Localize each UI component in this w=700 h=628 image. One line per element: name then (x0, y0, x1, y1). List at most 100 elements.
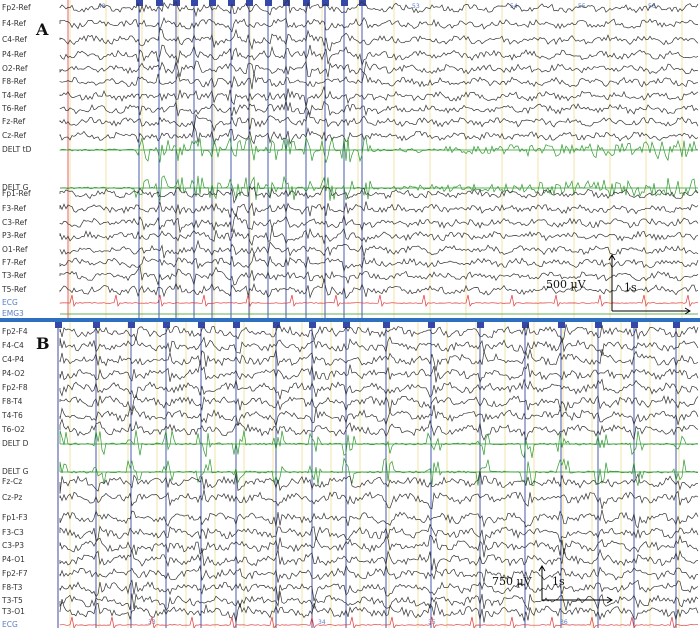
event-marker-tag (93, 322, 100, 328)
channel-trace (59, 378, 699, 400)
channel-label: Fp1-Ref (2, 189, 31, 198)
channel-trace (59, 579, 699, 602)
channel-label: Fp2-F7 (2, 569, 28, 578)
channel-trace (59, 279, 699, 300)
channel-label: ECG (2, 298, 18, 307)
channel-label: P3-Ref (2, 231, 27, 240)
channel-label: F8-T3 (2, 583, 23, 592)
channel-trace (59, 599, 699, 623)
channel-trace (59, 324, 699, 343)
channel-label: T6-Ref (2, 104, 27, 113)
channel-label: T6-O2 (2, 425, 25, 434)
channel-label: T4-T6 (2, 411, 23, 420)
event-marker-tag (428, 322, 435, 328)
channel-label: T4-Ref (2, 91, 27, 100)
panel-a-channel-labels: Fp2-Ref F4-Ref C4-Ref P4-Ref O2-Ref F8-Ref T4-… (0, 0, 58, 318)
channel-label: O2-Ref (2, 64, 28, 73)
channel-label: F3-Ref (2, 204, 26, 213)
channel-label: Fz-Cz (2, 477, 23, 486)
channel-label: Cz-Pz (2, 493, 23, 502)
channel-trace (59, 71, 699, 90)
channel-label: F7-Ref (2, 258, 26, 267)
channel-trace (59, 227, 699, 247)
event-marker-tag (191, 0, 198, 6)
channel-label: T3-Ref (2, 271, 27, 280)
panel-a: 48 53 54 55 56 Fp2-Ref F4-Ref C4-Ref P4-Ref O2-R… (0, 0, 700, 318)
channel-label: T3-T5 (2, 596, 23, 605)
channel-trace (59, 212, 699, 234)
panel-a-letter: A (36, 20, 49, 39)
panel-b-time-scale: 1s (552, 575, 565, 588)
panel-a-amplitude-scale: 500 µV (546, 278, 586, 291)
channel-trace (59, 16, 699, 33)
panel-b: 33 34 35 36 Fp2-F4 F4-C4 C4-P4 P4-O2 Fp2-F8 F8-T… (0, 322, 700, 628)
panel-b-channel-labels: Fp2-F4 F4-C4 C4-P4 P4-O2 Fp2-F8 F8-T4 T4-T6 T6-… (0, 322, 58, 628)
channel-label: DELT G (2, 467, 29, 476)
channel-trace (59, 44, 699, 67)
channel-trace (59, 100, 699, 117)
channel-trace (59, 404, 699, 427)
event-marker-tag (673, 322, 680, 328)
channel-label: P4-O2 (2, 369, 25, 378)
channel-label: O1-Ref (2, 245, 28, 254)
channel-label: C3-P3 (2, 541, 25, 550)
channel-label: DELT tD (2, 145, 32, 154)
channel-label: P4-O1 (2, 555, 25, 564)
time-mark-label: 56 (648, 3, 656, 10)
event-marker-tag (128, 322, 135, 328)
channel-trace (59, 124, 699, 146)
channel-trace (59, 28, 699, 52)
channel-trace (59, 509, 699, 529)
event-marker-tag (631, 322, 638, 328)
event-marker-tag (156, 0, 163, 6)
channel-trace (59, 294, 698, 307)
channel-label: F8-Ref (2, 77, 26, 86)
channel-trace (59, 86, 699, 108)
channel-trace (59, 591, 699, 612)
channel-label: Fp2-Ref (2, 3, 31, 12)
channel-label: C3-Ref (2, 218, 27, 227)
channel-trace (60, 175, 699, 202)
channel-label: F3-C3 (2, 528, 24, 537)
channel-trace (59, 616, 698, 628)
event-marker-tag (273, 322, 280, 328)
event-marker-tag (595, 322, 602, 328)
panel-a-time-scale: 1s (624, 281, 637, 294)
event-marker-tag (383, 322, 390, 328)
channel-label: Fp2-F8 (2, 383, 28, 392)
panel-b-amplitude-scale: 750 µV (492, 575, 532, 588)
channel-trace (59, 253, 699, 273)
channel-trace (59, 418, 699, 442)
event-marker-tag (341, 0, 348, 6)
channel-trace (59, 60, 699, 78)
panel-b-traces: 33 34 35 36 (55, 322, 699, 628)
channel-label: F8-T4 (2, 397, 23, 406)
channel-trace (59, 200, 699, 218)
panel-b-letter: B (36, 334, 50, 353)
channel-trace (59, 523, 699, 546)
channel-trace (59, 110, 699, 132)
channel-label: EMG3 (2, 309, 24, 318)
channel-label: P4-Ref (2, 50, 27, 59)
channel-trace (59, 0, 699, 18)
channel-label: T3-O1 (2, 607, 25, 616)
channel-label: ECG (2, 620, 18, 628)
channel-label: C4-P4 (2, 355, 25, 364)
event-marker-tag (343, 322, 350, 328)
event-marker-tag (163, 322, 170, 328)
channel-trace (59, 239, 699, 259)
channel-label: Cz-Ref (2, 131, 27, 140)
event-marker-tag (322, 0, 329, 6)
channel-trace (59, 394, 699, 413)
channel-trace (59, 264, 699, 286)
event-marker-tag (233, 322, 240, 328)
channel-label: T5-Ref (2, 285, 27, 294)
event-marker-tag (309, 322, 316, 328)
channel-trace (59, 489, 699, 510)
event-marker-tag (359, 0, 366, 6)
channel-label: Fp1-F3 (2, 513, 28, 522)
event-marker-tag (265, 0, 272, 6)
channel-trace (59, 564, 699, 583)
channel-label: DELT D (2, 439, 29, 448)
panel-a-traces: 48 53 54 55 56 (59, 0, 699, 318)
